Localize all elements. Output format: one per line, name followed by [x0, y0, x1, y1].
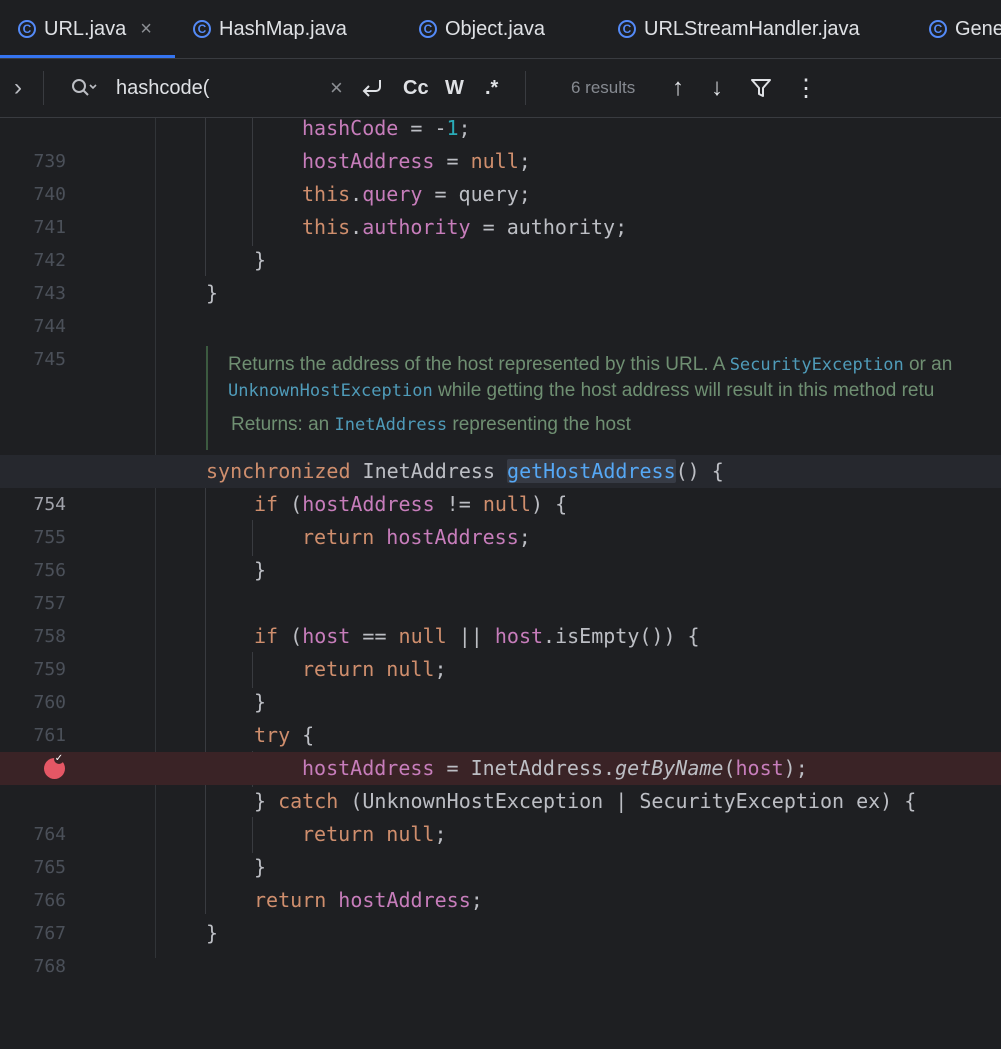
doc-returns-line: Returns: an InetAddress representing the… — [231, 414, 631, 435]
code-line[interactable]: 766 } — [0, 851, 1001, 911]
more-options-icon[interactable]: ⋮ — [794, 59, 818, 117]
code-text: } — [254, 855, 267, 879]
code-text: } — [206, 921, 219, 945]
tab-label: Gene — [955, 17, 1001, 40]
code-text: hostAddress = InetAddress.getByName(host… — [302, 756, 808, 780]
code-line[interactable]: 765 return null; — [0, 818, 1001, 878]
code-line[interactable]: 756 return hostAddress; — [0, 521, 1001, 581]
code-text: return hostAddress; — [302, 525, 531, 549]
regex-toggle[interactable]: .* — [485, 59, 498, 117]
tab-gene-truncated[interactable]: C Gene — [929, 0, 1001, 58]
line-number: 745 — [33, 349, 66, 370]
active-tab-indicator — [0, 55, 175, 58]
breakpoint-icon[interactable]: ✓ — [44, 754, 65, 779]
code-line[interactable]: 760 return null; — [0, 653, 1001, 713]
verified-check-icon: ✓ — [54, 753, 64, 764]
code-line[interactable]: 743 } — [0, 244, 1001, 304]
code-line[interactable]: 762 try { — [0, 719, 1001, 779]
code-line[interactable]: 744 } — [0, 277, 1001, 337]
class-icon: C — [18, 20, 36, 38]
code-text: } catch (UnknownHostException | Security… — [254, 789, 917, 813]
find-bar: › × Cc W .* 6 results ↑ ↓ ⋮ — [0, 59, 1001, 118]
tab-hashmap-java[interactable]: C HashMap.java — [193, 0, 347, 58]
code-text: this.query = query; — [302, 182, 531, 206]
code-text: } — [254, 248, 267, 272]
close-tab-icon[interactable]: × — [140, 18, 152, 41]
tab-urlstreamhandler-java[interactable]: C URLStreamHandler.java — [618, 0, 860, 58]
code-text: } — [206, 281, 219, 305]
expand-replace-chevron-icon[interactable]: › — [14, 59, 22, 117]
tab-label: URL.java — [44, 17, 127, 40]
previous-occurrence-icon[interactable]: ↑ — [672, 59, 684, 117]
code-line[interactable]: 767 return hostAddress; — [0, 884, 1001, 944]
search-history-icon[interactable] — [70, 59, 98, 117]
code-text: return hostAddress; — [254, 888, 483, 912]
editor-tab-bar: C URL.java × C HashMap.java C Object.jav… — [0, 0, 1001, 59]
tab-label: HashMap.java — [219, 17, 347, 40]
match-case-toggle[interactable]: Cc — [403, 59, 429, 117]
code-text: hashCode = -1; — [302, 116, 471, 140]
new-line-icon[interactable] — [360, 59, 384, 117]
whole-words-toggle[interactable]: W — [445, 59, 464, 117]
code-line[interactable]: 742 this.authority = authority; — [0, 211, 1001, 271]
code-text: if (host == null || host.isEmpty()) { — [254, 624, 700, 648]
search-input[interactable] — [116, 73, 316, 103]
code-text: try { — [254, 723, 315, 747]
code-line-breakpoint[interactable]: ✓ hostAddress = InetAddress.getByName(ho… — [0, 752, 1001, 785]
class-icon: C — [618, 20, 636, 38]
class-icon: C — [419, 20, 437, 38]
code-line[interactable]: 764 } catch (UnknownHostException | Secu… — [0, 785, 1001, 845]
tab-label: Object.java — [445, 17, 546, 40]
tab-url-java[interactable]: C URL.java × — [18, 0, 152, 58]
code-line[interactable]: 741 this.query = query; — [0, 178, 1001, 238]
code-line[interactable]: 758 — [0, 587, 1001, 647]
code-line[interactable]: 768 } — [0, 917, 1001, 977]
code-text: return null; — [302, 822, 447, 846]
divider — [43, 71, 44, 105]
code-line[interactable]: 740 hostAddress = null; — [0, 145, 1001, 205]
code-text: this.authority = authority; — [302, 215, 628, 239]
code-text: hostAddress = null; — [302, 149, 531, 173]
filter-icon[interactable] — [750, 59, 772, 117]
class-icon: C — [929, 20, 947, 38]
code-text: } — [254, 558, 267, 582]
code-line[interactable]: 757 } — [0, 554, 1001, 614]
tab-label: URLStreamHandler.java — [644, 17, 860, 40]
code-line[interactable]: 755 if (hostAddress != null) { — [0, 488, 1001, 548]
divider — [525, 71, 526, 105]
code-line[interactable]: 739 hashCode = -1; — [0, 112, 1001, 172]
doc-line: UnknownHostException while getting the h… — [228, 380, 935, 401]
next-occurrence-icon[interactable]: ↓ — [711, 59, 723, 117]
code-text: if (hostAddress != null) { — [254, 492, 568, 516]
code-line[interactable]: 761 } — [0, 686, 1001, 746]
rendered-javadoc[interactable]: Returns the address of the host represen… — [206, 346, 1001, 450]
code-text: synchronized InetAddress getHostAddress(… — [206, 459, 724, 483]
code-text: } — [254, 690, 267, 714]
clear-search-icon[interactable]: × — [330, 59, 343, 117]
code-editor[interactable]: 739 hashCode = -1; 740 hostAddress = nul… — [0, 116, 1001, 977]
code-line[interactable]: 745 — [0, 310, 1001, 370]
class-icon: C — [193, 20, 211, 38]
line-number: 768 — [33, 956, 66, 977]
code-line[interactable]: 759 if (host == null || host.isEmpty()) … — [0, 620, 1001, 680]
code-line-current[interactable]: 754 synchronized InetAddress getHostAddr… — [0, 455, 1001, 515]
tab-object-java[interactable]: C Object.java — [419, 0, 545, 58]
results-count: 6 results — [571, 78, 636, 97]
code-text: return null; — [302, 657, 447, 681]
doc-line: Returns the address of the host represen… — [228, 354, 953, 375]
